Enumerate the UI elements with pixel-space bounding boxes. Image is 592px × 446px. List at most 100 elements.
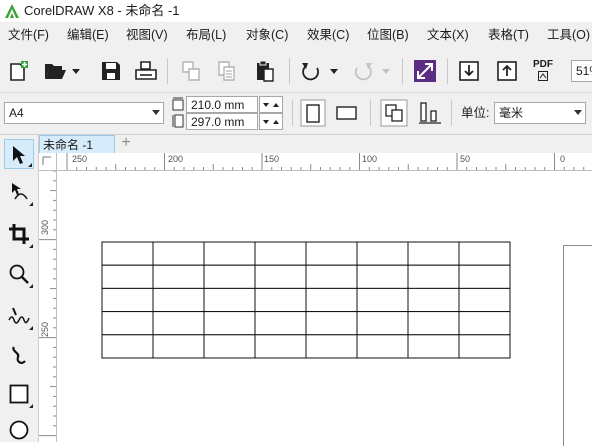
table-cell[interactable] <box>101 241 154 266</box>
menu-layout[interactable]: 布局(L) <box>186 26 226 44</box>
table-cell[interactable] <box>407 311 460 336</box>
freehand-tool[interactable] <box>4 301 34 331</box>
open-dropdown-icon[interactable] <box>72 69 80 74</box>
table-cell[interactable] <box>458 287 511 313</box>
table-cell[interactable] <box>152 264 205 289</box>
menu-table[interactable]: 表格(T) <box>488 26 529 44</box>
table-cell[interactable] <box>458 311 511 336</box>
table-cell[interactable] <box>305 334 358 359</box>
table-cell[interactable] <box>407 264 460 289</box>
ruler-label: 0 <box>560 154 566 164</box>
menu-bar: 文件(F) 编辑(E) 视图(V) 布局(L) 对象(C) 效果(C) 位图(B… <box>0 22 592 48</box>
menu-edit[interactable]: 编辑(E) <box>67 26 109 44</box>
spin-up-icon[interactable] <box>273 103 279 107</box>
table-cell[interactable] <box>356 311 409 336</box>
table-cell[interactable] <box>101 264 154 289</box>
table-cell[interactable] <box>407 241 460 266</box>
table-cell[interactable] <box>356 334 409 359</box>
table-cell[interactable] <box>356 241 409 266</box>
table-cell[interactable] <box>152 287 205 313</box>
table-cell[interactable] <box>356 264 409 289</box>
ruler-label: 50 <box>460 154 471 164</box>
table-cell[interactable] <box>305 264 358 289</box>
table-cell[interactable] <box>203 311 256 336</box>
units-select[interactable]: 毫米 <box>494 102 586 124</box>
table-object[interactable] <box>101 241 511 359</box>
all-pages-icon[interactable] <box>380 99 408 127</box>
new-document-icon[interactable] <box>8 60 30 82</box>
print-icon[interactable] <box>134 60 158 82</box>
table-cell[interactable] <box>407 287 460 313</box>
table-cell[interactable] <box>101 287 154 313</box>
undo-icon[interactable] <box>300 60 322 82</box>
menu-tools[interactable]: 工具(O) <box>547 26 590 44</box>
export-icon[interactable] <box>496 60 518 82</box>
pick-tool[interactable] <box>4 139 34 169</box>
crop-tool[interactable] <box>4 219 34 249</box>
table-cell[interactable] <box>101 334 154 359</box>
toolbar-separator <box>370 100 371 126</box>
table-cell[interactable] <box>356 287 409 313</box>
spin-down-icon[interactable] <box>263 120 269 124</box>
menu-object[interactable]: 对象(C) <box>246 26 288 44</box>
table-cell[interactable] <box>152 241 205 266</box>
table-cell[interactable] <box>305 311 358 336</box>
horizontal-ruler[interactable]: 250 200 150 100 50 0 <box>57 153 592 171</box>
page-width-spinner[interactable] <box>259 96 283 113</box>
artistic-media-tool[interactable] <box>4 341 34 371</box>
table-cell[interactable] <box>203 241 256 266</box>
menu-text[interactable]: 文本(X) <box>427 26 469 44</box>
table-cell[interactable] <box>407 334 460 359</box>
table-cell[interactable] <box>254 334 307 359</box>
corel-connect-icon[interactable] <box>413 59 437 83</box>
shape-tool[interactable] <box>4 177 34 207</box>
current-page-icon[interactable] <box>418 100 442 126</box>
zoom-tool[interactable] <box>4 259 34 289</box>
table-cell[interactable] <box>458 264 511 289</box>
save-icon[interactable] <box>100 60 122 82</box>
table-cell[interactable] <box>203 287 256 313</box>
import-icon[interactable] <box>458 60 480 82</box>
cut-icon[interactable] <box>180 60 202 82</box>
page-size-select[interactable]: A4 <box>4 102 164 124</box>
table-cell[interactable] <box>152 334 205 359</box>
menu-view[interactable]: 视图(V) <box>126 26 168 44</box>
paste-icon[interactable] <box>254 59 276 83</box>
vertical-ruler[interactable]: 300 250 <box>39 171 57 442</box>
table-cell[interactable] <box>458 241 511 266</box>
menu-bitmaps[interactable]: 位图(B) <box>367 26 409 44</box>
landscape-icon[interactable] <box>335 105 359 121</box>
add-tab-icon[interactable]: + <box>119 135 133 151</box>
table-cell[interactable] <box>101 311 154 336</box>
zoom-level-combo[interactable]: 51% <box>571 60 592 82</box>
rectangle-tool[interactable] <box>4 379 34 409</box>
table-cell[interactable] <box>203 334 256 359</box>
table-cell[interactable] <box>203 264 256 289</box>
portrait-icon[interactable] <box>300 99 326 127</box>
redo-icon[interactable] <box>352 60 374 82</box>
table-cell[interactable] <box>254 241 307 266</box>
table-cell[interactable] <box>305 287 358 313</box>
menu-file[interactable]: 文件(F) <box>8 26 49 44</box>
table-cell[interactable] <box>458 334 511 359</box>
spin-down-icon[interactable] <box>263 103 269 107</box>
undo-dropdown-icon[interactable] <box>330 69 338 74</box>
ellipse-tool[interactable] <box>4 415 34 445</box>
table-cell[interactable] <box>152 311 205 336</box>
menu-effects[interactable]: 效果(C) <box>307 26 349 44</box>
page-height-spinner[interactable] <box>259 113 283 130</box>
drawing-canvas[interactable] <box>57 171 592 446</box>
copy-icon[interactable] <box>216 60 238 82</box>
table-cell[interactable] <box>254 287 307 313</box>
redo-dropdown-icon[interactable] <box>382 69 390 74</box>
table-cell[interactable] <box>305 241 358 266</box>
document-tab[interactable]: 未命名 -1 <box>39 135 115 153</box>
page-height-field[interactable]: 297.0 mm <box>186 113 258 130</box>
open-icon[interactable] <box>44 61 68 81</box>
table-cell[interactable] <box>254 311 307 336</box>
spin-up-icon[interactable] <box>273 120 279 124</box>
table-cell[interactable] <box>254 264 307 289</box>
page-width-field[interactable]: 210.0 mm <box>186 96 258 113</box>
ruler-origin[interactable] <box>39 153 57 171</box>
pdf-icon[interactable]: PDF <box>533 60 557 82</box>
